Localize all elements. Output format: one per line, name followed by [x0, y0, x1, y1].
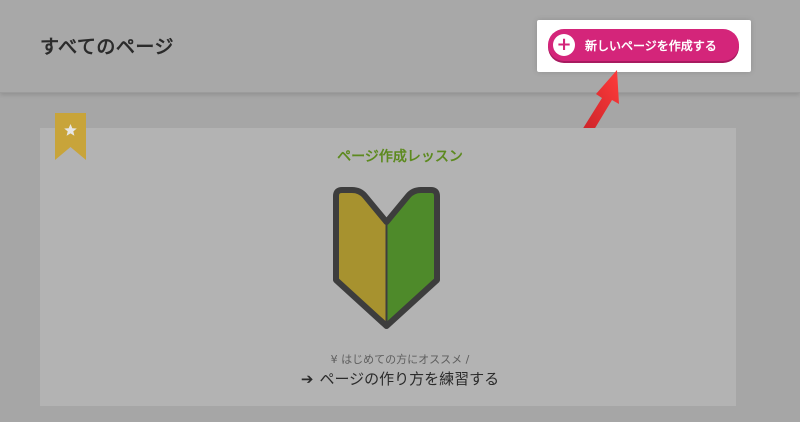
practice-link-label: ページの作り方を練習する [319, 370, 500, 388]
arrow-right-icon: ➔ [300, 369, 314, 388]
lesson-title: ページ作成レッスン [337, 149, 463, 165]
beginner-mark-icon [333, 187, 440, 329]
page-title: すべてのページ [40, 36, 175, 58]
practice-page-link[interactable]: ➔ ページの作り方を練習する [0, 368, 800, 389]
create-new-page-label: 新しいページを作成する [585, 38, 717, 53]
create-new-page-button[interactable]: + 新しいページを作成する [548, 29, 739, 61]
plus-icon: + [553, 34, 575, 56]
lesson-recommendation: ¥ はじめての方にオススメ / [330, 353, 470, 366]
